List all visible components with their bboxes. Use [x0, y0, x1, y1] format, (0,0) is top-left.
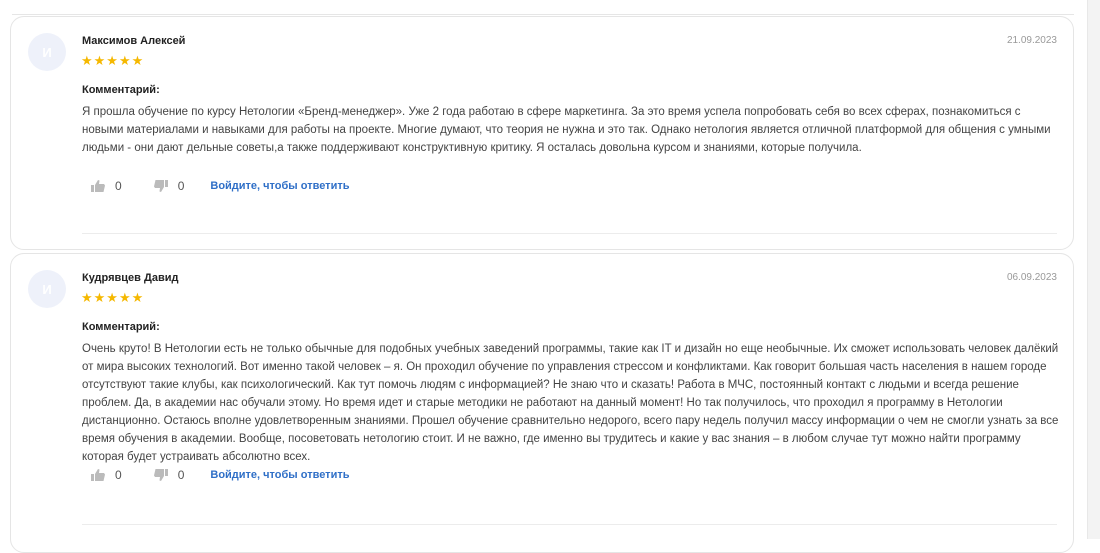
- like-count: 0: [115, 468, 122, 482]
- scrollbar[interactable]: [1087, 0, 1100, 539]
- avatar: И: [28, 33, 66, 71]
- review-actions: 0 0 Войдите, чтобы ответить: [91, 179, 349, 193]
- login-to-reply-link[interactable]: Войдите, чтобы ответить: [210, 180, 349, 192]
- divider: [82, 524, 1057, 525]
- login-to-reply-link[interactable]: Войдите, чтобы ответить: [210, 469, 349, 481]
- review-actions: 0 0 Войдите, чтобы ответить: [91, 468, 349, 482]
- previous-card-edge: [12, 0, 1074, 15]
- rating-stars: ★★★★★: [81, 53, 145, 68]
- dislike-count: 0: [177, 179, 185, 193]
- avatar: И: [28, 270, 66, 308]
- comment-text: Я прошла обучение по курсу Нетологии «Бр…: [82, 106, 1051, 154]
- comment-label: Комментарий:: [82, 321, 160, 333]
- review-card: И Кудрявцев Давид 06.09.2023 ★★★★★ Комме…: [10, 253, 1074, 553]
- divider: [82, 233, 1057, 234]
- review-author: Кудрявцев Давид: [82, 272, 179, 284]
- thumbs-up-icon[interactable]: [91, 469, 105, 481]
- rating-stars: ★★★★★: [81, 290, 145, 305]
- thumbs-up-icon[interactable]: [91, 180, 105, 192]
- review-date: 06.09.2023: [1006, 272, 1057, 283]
- review-author: Максимов Алексей: [82, 35, 186, 47]
- comment-text: Очень круто! В Нетологии есть не только …: [82, 343, 1059, 463]
- review-date: 21.09.2023: [1006, 35, 1057, 46]
- dislike-count: 0: [177, 468, 185, 482]
- thumbs-down-icon[interactable]: [153, 180, 168, 192]
- like-count: 0: [115, 179, 122, 193]
- review-card: И Максимов Алексей 21.09.2023 ★★★★★ Комм…: [10, 16, 1074, 250]
- comment-label: Комментарий:: [82, 84, 160, 96]
- thumbs-down-icon[interactable]: [153, 469, 168, 481]
